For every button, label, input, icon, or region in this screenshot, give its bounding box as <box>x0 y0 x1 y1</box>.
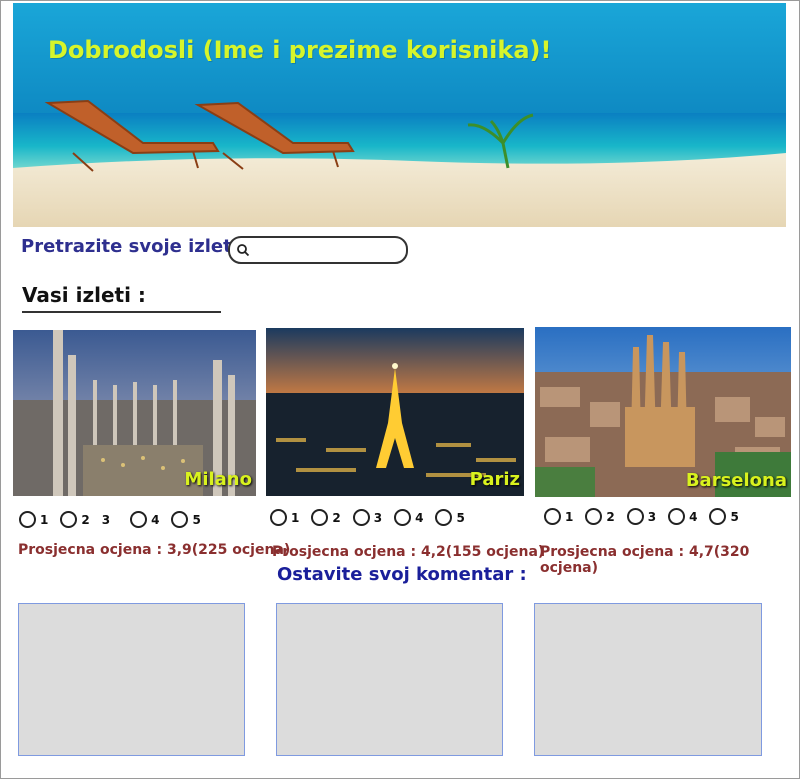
radio-button[interactable] <box>60 511 78 528</box>
rating-option[interactable]: 4 <box>394 509 423 526</box>
rating-group-milano: 1 2 3 4 5 <box>19 511 213 528</box>
welcome-heading: Dobrodosli (Ime i prezime korisnika)! <box>48 36 552 64</box>
trips-heading: Vasi izleti : <box>22 283 146 307</box>
rating-option[interactable]: 3 <box>102 513 110 527</box>
radio-button[interactable] <box>435 509 453 526</box>
radio-button[interactable] <box>130 511 148 528</box>
radio-button[interactable] <box>171 511 189 528</box>
city-label: Pariz <box>469 469 520 490</box>
rating-option[interactable]: 2 <box>311 509 341 526</box>
radio-button[interactable] <box>394 509 412 526</box>
rating-option[interactable]: 1 <box>19 511 48 528</box>
rating-option[interactable]: 5 <box>709 508 739 525</box>
search-input[interactable] <box>252 241 401 259</box>
radio-button[interactable] <box>668 508 686 525</box>
comment-input-milano[interactable] <box>18 603 245 756</box>
trip-image-milano[interactable]: Milano <box>13 330 256 496</box>
trip-image-barselona[interactable]: Barselona <box>535 327 791 497</box>
radio-button[interactable] <box>19 511 36 528</box>
rating-option[interactable]: 4 <box>668 508 697 525</box>
city-label: Barselona <box>685 470 787 491</box>
header-banner: Dobrodosli (Ime i prezime korisnika)! <box>13 3 786 227</box>
radio-button[interactable] <box>270 509 287 526</box>
rating-option[interactable]: 5 <box>171 511 201 528</box>
rating-option[interactable]: 2 <box>60 511 90 528</box>
average-rating-milano: Prosjecna ocjena : 3,9(225 ocjena) <box>18 542 291 558</box>
rating-option[interactable]: 1 <box>270 509 299 526</box>
rating-group-barselona: 1 2 3 4 5 <box>544 508 751 525</box>
comment-heading: Ostavite svoj komentar : <box>277 564 527 585</box>
radio-button[interactable] <box>311 509 329 526</box>
rating-option[interactable]: 5 <box>435 509 465 526</box>
search-label: Pretrazite svoje izlete : <box>21 236 258 257</box>
rating-option[interactable]: 1 <box>544 508 573 525</box>
comment-input-barselona[interactable] <box>534 603 762 756</box>
rating-option[interactable]: 3 <box>352 509 382 526</box>
search-icon <box>237 244 250 257</box>
radio-button[interactable] <box>626 508 644 525</box>
average-rating-pariz: Prosjecna ocjena : 4,2(155 ocjena) <box>272 544 545 560</box>
radio-button[interactable] <box>352 509 370 526</box>
average-rating-barselona: Prosjecna ocjena : 4,7(320 ocjena) <box>540 544 750 576</box>
radio-button[interactable] <box>709 508 727 525</box>
rating-option[interactable]: 3 <box>626 508 656 525</box>
comment-input-pariz[interactable] <box>276 603 503 756</box>
radio-button[interactable] <box>585 508 603 525</box>
radio-button[interactable] <box>544 508 561 525</box>
heading-underline <box>22 311 221 313</box>
rating-option[interactable]: 4 <box>130 511 159 528</box>
trip-image-pariz[interactable]: Pariz <box>266 328 524 496</box>
city-label: Milano <box>184 469 252 490</box>
rating-group-pariz: 1 2 3 4 5 <box>270 509 477 526</box>
search-field[interactable] <box>228 236 408 264</box>
rating-option[interactable]: 2 <box>585 508 615 525</box>
